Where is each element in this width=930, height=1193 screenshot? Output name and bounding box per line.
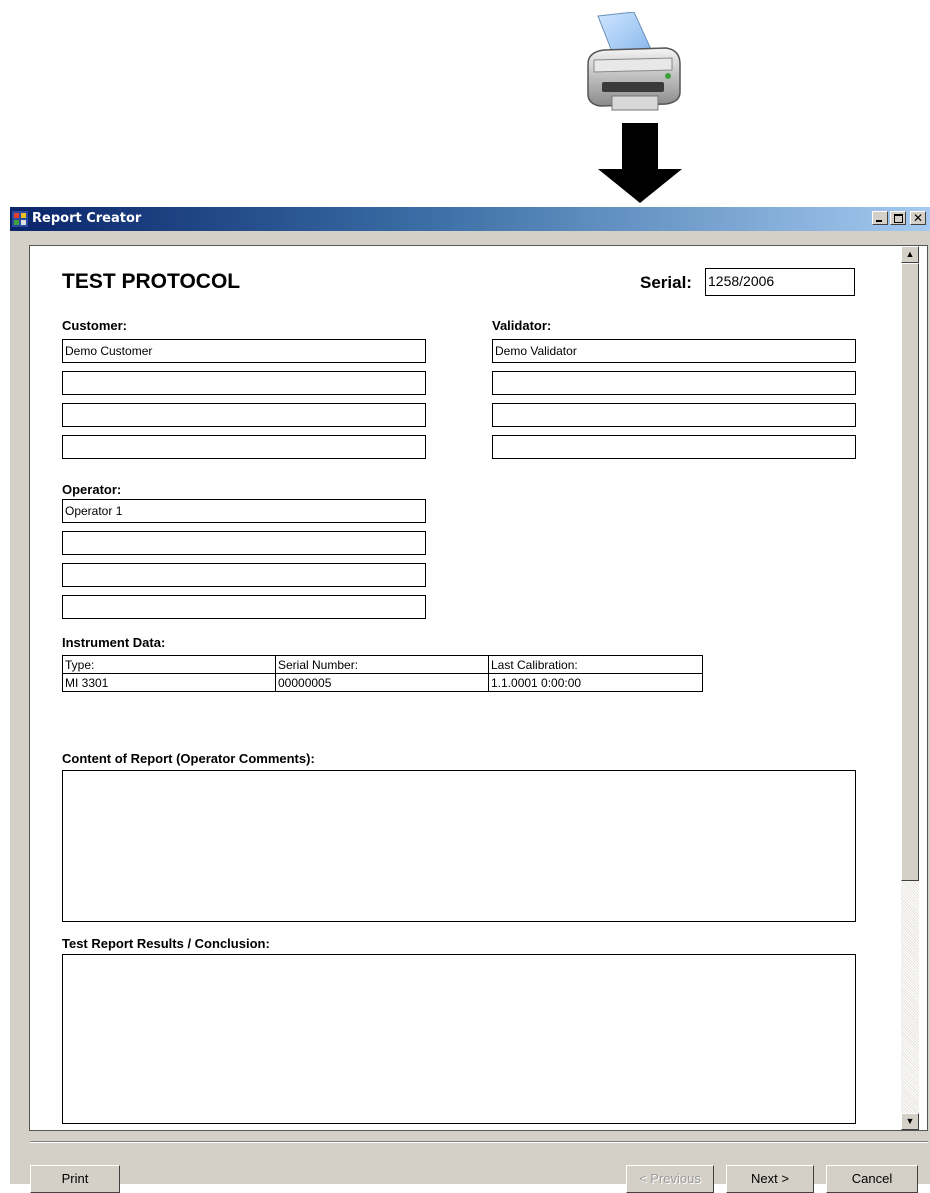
scroll-thumb[interactable] (901, 263, 919, 881)
scroll-down-button[interactable]: ▼ (901, 1113, 919, 1130)
customer-line-2[interactable] (62, 371, 426, 395)
divider (30, 1141, 928, 1143)
cancel-button[interactable]: Cancel (826, 1165, 918, 1193)
title-bar[interactable]: Report Creator ✕ (10, 207, 930, 231)
operator-label: Operator: (62, 482, 122, 497)
previous-button[interactable]: < Previous (626, 1165, 714, 1193)
close-icon: ✕ (912, 211, 924, 225)
operator-line-1[interactable]: Operator 1 (62, 499, 426, 523)
serial-number-header: Serial Number: (275, 655, 489, 674)
print-button[interactable]: Print (30, 1165, 120, 1193)
app-icon[interactable] (12, 211, 28, 227)
type-header: Type: (62, 655, 276, 674)
last-calibration-value: 1.1.0001 0:00:00 (488, 673, 703, 692)
results-textarea[interactable] (62, 954, 856, 1124)
type-value: MI 3301 (62, 673, 276, 692)
validator-line-1[interactable]: Demo Validator (492, 339, 856, 363)
arrow-down-icon: ▼ (905, 1116, 915, 1126)
vertical-scrollbar[interactable]: ▲ ▼ (901, 246, 919, 1130)
validator-line-4[interactable] (492, 435, 856, 459)
customer-line-1[interactable]: Demo Customer (62, 339, 426, 363)
printer-icon (587, 12, 681, 111)
validator-line-3[interactable] (492, 403, 856, 427)
serial-number-value: 00000005 (275, 673, 489, 692)
minimize-button[interactable] (872, 211, 888, 225)
arrow-up-icon: ▲ (905, 249, 915, 259)
maximize-button[interactable] (890, 211, 906, 225)
customer-line-3[interactable] (62, 403, 426, 427)
customer-label: Customer: (62, 318, 128, 333)
operator-line-2[interactable] (62, 531, 426, 555)
window-title: Report Creator (32, 211, 142, 226)
table-header-row: Type: Serial Number: Last Calibration: (62, 655, 703, 674)
serial-field[interactable]: 1258/2006 (705, 268, 855, 296)
maximize-icon (894, 214, 903, 223)
content-label: Content of Report (Operator Comments): (62, 751, 315, 766)
instrument-data-label: Instrument Data: (62, 635, 166, 650)
table-row: MI 3301 00000005 1.1.0001 0:00:00 (62, 673, 703, 692)
report-creator-window: Report Creator ✕ TEST PROTOCOL Serial: 1… (10, 207, 930, 1193)
close-button[interactable]: ✕ (910, 211, 926, 225)
serial-label: Serial: (640, 273, 692, 292)
scroll-up-button[interactable]: ▲ (901, 246, 919, 263)
next-button[interactable]: Next > (726, 1165, 814, 1193)
customer-line-4[interactable] (62, 435, 426, 459)
report-page: TEST PROTOCOL Serial: 1258/2006 Customer… (30, 246, 902, 1130)
operator-line-4[interactable] (62, 595, 426, 619)
instrument-table: Type: Serial Number: Last Calibration: M… (62, 655, 703, 692)
page-title: TEST PROTOCOL (62, 270, 241, 293)
operator-line-3[interactable] (62, 563, 426, 587)
minimize-icon (876, 220, 882, 222)
arrow-down-icon (598, 123, 682, 203)
results-label: Test Report Results / Conclusion: (62, 936, 270, 951)
report-page-viewport: TEST PROTOCOL Serial: 1258/2006 Customer… (29, 245, 928, 1131)
validator-label: Validator: (492, 318, 552, 333)
validator-line-2[interactable] (492, 371, 856, 395)
last-calibration-header: Last Calibration: (488, 655, 703, 674)
content-textarea[interactable] (62, 770, 856, 922)
